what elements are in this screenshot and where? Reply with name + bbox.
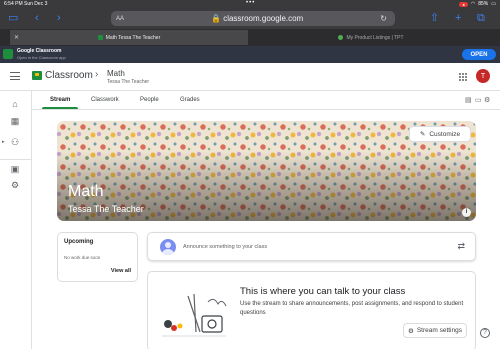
upcoming-heading: Upcoming bbox=[64, 239, 94, 245]
multitasking-dots[interactable]: ••• bbox=[246, 0, 255, 6]
safari-tab-strip: ✕ Math Tessa The Teacher My Product List… bbox=[0, 29, 500, 46]
battery-icon: ▭ bbox=[491, 1, 496, 7]
banner-teacher-name: Tessa The Teacher bbox=[68, 204, 144, 214]
home-icon[interactable]: ⌂ bbox=[10, 99, 20, 109]
share-icon[interactable]: ⇧ bbox=[430, 11, 439, 25]
class-teacher: Tessa The Teacher bbox=[107, 79, 150, 85]
stream-illustration bbox=[162, 293, 227, 337]
left-nav-rail: ⌂ ▦ ▸ ⚇ ▣ ⚙ bbox=[0, 91, 32, 349]
class-name[interactable]: Math bbox=[107, 69, 125, 78]
rail-divider bbox=[0, 159, 32, 160]
browser-tab-classroom[interactable]: ✕ Math Tessa The Teacher bbox=[10, 30, 248, 45]
calendar-rail-icon[interactable]: ▦ bbox=[10, 116, 20, 126]
battery-percent: 85% bbox=[478, 1, 489, 7]
stream-settings-label: Stream settings bbox=[416, 327, 462, 334]
tpt-favicon-icon bbox=[338, 35, 344, 40]
announce-box[interactable]: Announce something to your class ⇄ bbox=[147, 232, 476, 261]
open-app-button[interactable]: OPEN bbox=[462, 49, 496, 60]
main-menu-icon[interactable] bbox=[10, 72, 20, 80]
browser-tab-tpt[interactable]: My Product Listings | TPT bbox=[250, 30, 492, 45]
customize-button[interactable]: ✎ Customize bbox=[409, 126, 471, 142]
account-avatar[interactable]: T bbox=[476, 69, 490, 83]
stream-info-card: This is where you can talk to your class… bbox=[147, 271, 476, 349]
pencil-icon: ✎ bbox=[419, 131, 426, 138]
forward-arrow-icon[interactable]: › bbox=[57, 11, 61, 25]
tab-overview-icon[interactable]: ⧉ bbox=[477, 11, 485, 25]
url-text: 🔒 classroom.google.com bbox=[211, 14, 304, 23]
browser-tab-label: Math Tessa The Teacher bbox=[105, 34, 161, 41]
settings-gear-icon[interactable]: ⚙ bbox=[484, 96, 490, 104]
enrolled-people-icon[interactable]: ⚇ bbox=[10, 137, 20, 147]
classroom-header: Classroom › Math Tessa The Teacher T bbox=[0, 63, 500, 91]
tab-grades[interactable]: Grades bbox=[180, 97, 200, 103]
ios-status-bar: 6:54 PM Sun Dec 3 ••• ● ◠ 85% ▭ bbox=[0, 0, 500, 8]
calendar-icon[interactable]: ▤ bbox=[465, 96, 472, 104]
reload-icon[interactable]: ↻ bbox=[380, 14, 387, 23]
stream-info-description: Use the stream to share announcements, p… bbox=[240, 301, 464, 316]
back-arrow-icon[interactable]: ‹ bbox=[35, 11, 39, 25]
stream-info-title: This is where you can talk to your class bbox=[240, 286, 406, 297]
customize-label: Customize bbox=[429, 130, 461, 138]
classroom-logo-icon[interactable] bbox=[32, 71, 42, 80]
sidebar-icon[interactable]: ▭ bbox=[8, 11, 18, 25]
drive-folder-icon[interactable]: ▭ bbox=[475, 96, 482, 104]
google-apps-icon[interactable] bbox=[459, 73, 467, 81]
settings-icon[interactable]: ⚙ bbox=[10, 180, 20, 190]
tab-stream[interactable]: Stream bbox=[50, 97, 70, 103]
banner-class-title: Math bbox=[68, 183, 104, 200]
status-date: Sun Dec 3 bbox=[24, 1, 48, 7]
help-icon[interactable]: ? bbox=[480, 328, 490, 338]
close-tab-icon[interactable]: ✕ bbox=[14, 34, 19, 41]
app-banner-name: Google Classroom bbox=[17, 48, 62, 54]
repost-icon[interactable]: ⇄ bbox=[457, 241, 465, 252]
archived-classes-icon[interactable]: ▣ bbox=[10, 164, 20, 174]
class-info-icon[interactable]: i bbox=[462, 208, 471, 217]
wifi-icon: ◠ bbox=[470, 1, 476, 7]
stream-settings-button[interactable]: ⚙ Stream settings bbox=[403, 323, 467, 338]
view-all-link[interactable]: View all bbox=[111, 268, 131, 274]
text-size-button[interactable]: AA bbox=[116, 16, 124, 22]
upcoming-empty-text: No work due soon bbox=[64, 255, 101, 260]
safari-toolbar: ▭ ‹ › AA 🔒 classroom.google.com ↻ ⇧ + ⧉ bbox=[0, 8, 500, 29]
address-bar[interactable]: AA 🔒 classroom.google.com ↻ bbox=[111, 11, 395, 26]
smart-app-banner: Google Classroom Open in the Classroom a… bbox=[0, 46, 500, 63]
new-tab-icon[interactable]: + bbox=[455, 11, 461, 25]
screen-recording-indicator: ● bbox=[459, 1, 468, 7]
status-time: 6:54 PM bbox=[4, 1, 23, 7]
app-banner-subtitle: Open in the Classroom app bbox=[17, 55, 66, 60]
announce-placeholder[interactable]: Announce something to your class bbox=[183, 244, 267, 250]
classroom-app-icon bbox=[3, 49, 13, 59]
gear-icon: ⚙ bbox=[408, 327, 414, 335]
tab-classwork[interactable]: Classwork bbox=[91, 97, 119, 103]
browser-tab-label: My Product Listings | TPT bbox=[346, 34, 404, 41]
breadcrumb-chevron-icon: › bbox=[95, 69, 99, 80]
app-title[interactable]: Classroom bbox=[45, 70, 93, 81]
class-banner: ✎ Customize Math Tessa The Teacher i bbox=[57, 121, 476, 221]
expand-caret-icon[interactable]: ▸ bbox=[2, 139, 5, 145]
active-tab-indicator bbox=[42, 107, 78, 109]
tab-people[interactable]: People bbox=[140, 97, 159, 103]
class-tabs: Stream Classwork People Grades ▤ ▭ ⚙ bbox=[32, 91, 500, 110]
classroom-favicon-icon bbox=[97, 35, 103, 40]
upcoming-card: Upcoming No work due soon View all bbox=[57, 232, 138, 282]
url-label: classroom.google.com bbox=[223, 14, 304, 23]
user-avatar bbox=[160, 239, 176, 255]
